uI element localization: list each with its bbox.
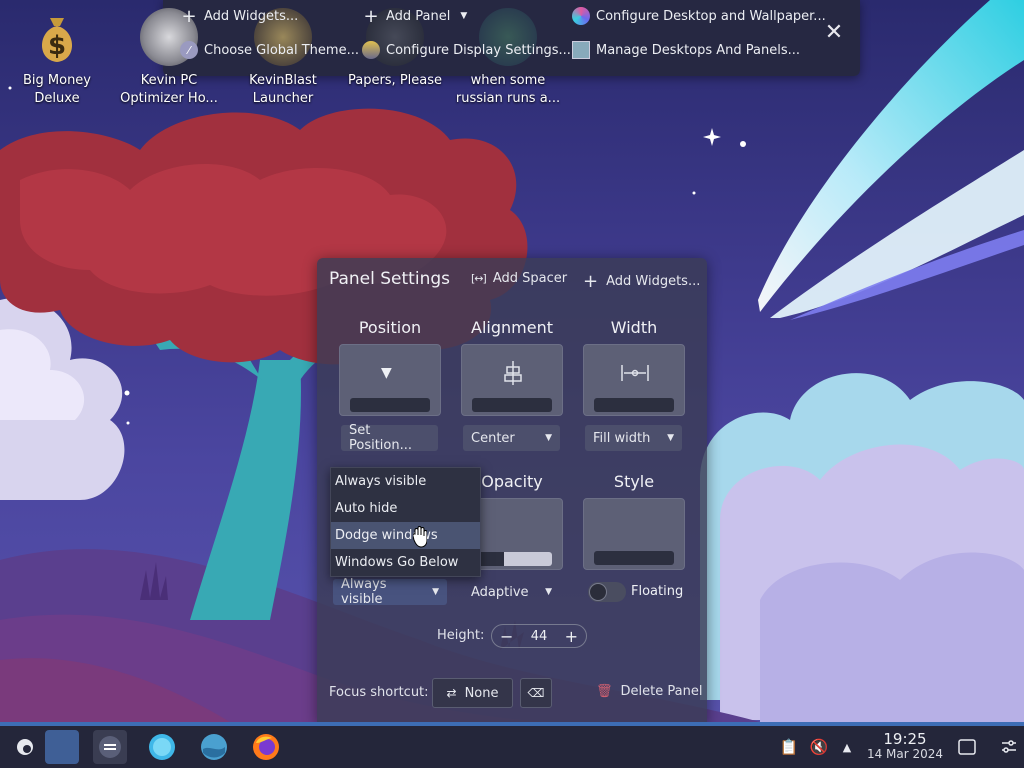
focus-shortcut-label: Focus shortcut: bbox=[329, 685, 429, 700]
panel-preview-bar bbox=[472, 398, 552, 412]
chevron-down-icon: ▼ bbox=[460, 11, 468, 21]
desktop-icon-big-money-deluxe[interactable]: $ Big Money Deluxe bbox=[2, 8, 112, 108]
panel-preview-bar bbox=[594, 398, 674, 412]
plus-icon: + bbox=[181, 5, 197, 27]
clear-shortcut-button[interactable]: ⌫ bbox=[520, 678, 552, 708]
svg-text:$: $ bbox=[48, 31, 66, 61]
plus-icon: + bbox=[363, 5, 379, 27]
configure-display-button[interactable]: Configure Display Settings... bbox=[362, 41, 571, 59]
minus-icon[interactable]: − bbox=[500, 627, 513, 646]
trash-icon: 🗑 bbox=[596, 684, 613, 699]
wallpaper-icon bbox=[572, 7, 590, 25]
width-heading: Width bbox=[610, 318, 658, 337]
add-widgets-panel-button[interactable]: + Add Widgets... bbox=[583, 271, 700, 292]
desktops-grid-icon bbox=[572, 41, 590, 59]
display-icon bbox=[362, 41, 380, 59]
alignment-preview[interactable] bbox=[461, 344, 563, 416]
height-stepper[interactable]: − 44 + bbox=[491, 624, 587, 648]
panel-config-icon[interactable] bbox=[998, 736, 1020, 758]
spacer-icon: [↔] bbox=[471, 272, 487, 285]
add-spacer-button[interactable]: [↔] Add Spacer bbox=[471, 271, 567, 286]
menu-item-auto-hide[interactable]: Auto hide bbox=[331, 495, 480, 522]
alignment-heading: Alignment bbox=[471, 318, 553, 337]
alignment-dropdown[interactable]: Center ▼ bbox=[463, 425, 560, 451]
choose-global-theme-button[interactable]: ⁄ Choose Global Theme... bbox=[180, 41, 359, 59]
menu-item-always-visible[interactable]: Always visible bbox=[331, 468, 480, 495]
floating-label: Floating bbox=[631, 584, 684, 599]
configure-desktop-button[interactable]: Configure Desktop and Wallpaper... bbox=[572, 7, 826, 25]
fill-width-icon bbox=[621, 365, 649, 381]
show-desktop-icon[interactable] bbox=[956, 736, 978, 758]
close-icon[interactable]: ✕ bbox=[823, 22, 845, 44]
tray-expand-icon[interactable]: ▲ bbox=[836, 736, 858, 758]
money-bag-icon: $ bbox=[28, 8, 86, 66]
focus-shortcut-button[interactable]: ⇄ None bbox=[432, 678, 513, 708]
virtual-desktop-pager[interactable] bbox=[45, 730, 79, 764]
clipboard-icon[interactable]: 📋 bbox=[778, 736, 800, 758]
plus-icon: + bbox=[583, 271, 599, 292]
set-position-button[interactable]: Set Position... bbox=[341, 423, 438, 453]
position-heading: Position bbox=[358, 318, 422, 337]
triangle-down-icon: ▼ bbox=[381, 365, 392, 381]
firefox-icon[interactable] bbox=[249, 730, 283, 764]
chevron-down-icon: ▼ bbox=[667, 433, 674, 443]
panel-preview-bar bbox=[594, 551, 674, 565]
panel-preview-bar bbox=[350, 398, 430, 412]
clock-date[interactable]: 14 Mar 2024 bbox=[862, 747, 948, 761]
desktop-icon-label: Kevin PC Optimizer Ho... bbox=[120, 73, 218, 106]
toggle-knob bbox=[589, 583, 607, 601]
style-preview[interactable] bbox=[583, 498, 685, 570]
desktop-icon-label: Big Money Deluxe bbox=[22, 73, 91, 106]
chevron-down-icon: ▼ bbox=[545, 433, 552, 443]
visibility-menu: Always visible Auto hide Dodge windows W… bbox=[330, 467, 481, 577]
position-preview[interactable]: ▼ bbox=[339, 344, 441, 416]
chevron-down-icon: ▼ bbox=[432, 587, 439, 597]
app-launcher-icon[interactable] bbox=[8, 730, 42, 764]
delete-panel-button[interactable]: 🗑 Delete Panel bbox=[596, 684, 702, 699]
dialog-title: Panel Settings bbox=[329, 269, 450, 289]
manage-desktops-button[interactable]: Manage Desktops And Panels... bbox=[572, 41, 800, 59]
file-manager-icon[interactable] bbox=[197, 730, 231, 764]
menu-item-windows-go-below[interactable]: Windows Go Below bbox=[331, 549, 480, 576]
system-settings-taskbar-icon[interactable] bbox=[93, 730, 127, 764]
menu-item-dodge-windows[interactable]: Dodge windows bbox=[331, 522, 480, 549]
height-value[interactable]: 44 bbox=[531, 629, 548, 644]
chevron-down-icon: ▼ bbox=[545, 587, 552, 597]
opacity-preview-bar bbox=[472, 552, 552, 566]
clock-time[interactable]: 19:25 bbox=[870, 730, 940, 748]
width-dropdown[interactable]: Fill width ▼ bbox=[585, 425, 682, 451]
add-widgets-button[interactable]: + Add Widgets... bbox=[180, 5, 298, 27]
visibility-dropdown[interactable]: Always visible ▼ bbox=[333, 577, 447, 607]
desktop-icon-label: KevinBlast Launcher bbox=[249, 73, 317, 106]
plus-icon[interactable]: + bbox=[565, 627, 578, 646]
add-panel-button[interactable]: + Add Panel ▼ bbox=[362, 5, 468, 27]
desktop-icon-label: when some russian runs a... bbox=[455, 73, 561, 106]
volume-muted-icon[interactable]: 🔇 bbox=[808, 736, 830, 758]
taskbar: 📋 🔇 ▲ 19:25 14 Mar 2024 bbox=[0, 726, 1024, 768]
brush-icon: ⁄ bbox=[180, 41, 198, 59]
align-center-icon bbox=[504, 361, 522, 385]
opacity-dropdown[interactable]: Adaptive ▼ bbox=[463, 579, 560, 605]
width-preview[interactable] bbox=[583, 344, 685, 416]
floating-toggle[interactable] bbox=[588, 582, 626, 602]
style-heading: Style bbox=[613, 472, 655, 491]
discover-store-icon[interactable] bbox=[145, 730, 179, 764]
desktop-icon-label: Papers, Please bbox=[347, 73, 443, 88]
backspace-icon: ⌫ bbox=[527, 686, 545, 700]
height-label: Height: bbox=[437, 628, 485, 643]
mouse-cursor-icon bbox=[413, 526, 427, 548]
shortcut-icon: ⇄ bbox=[446, 686, 457, 700]
